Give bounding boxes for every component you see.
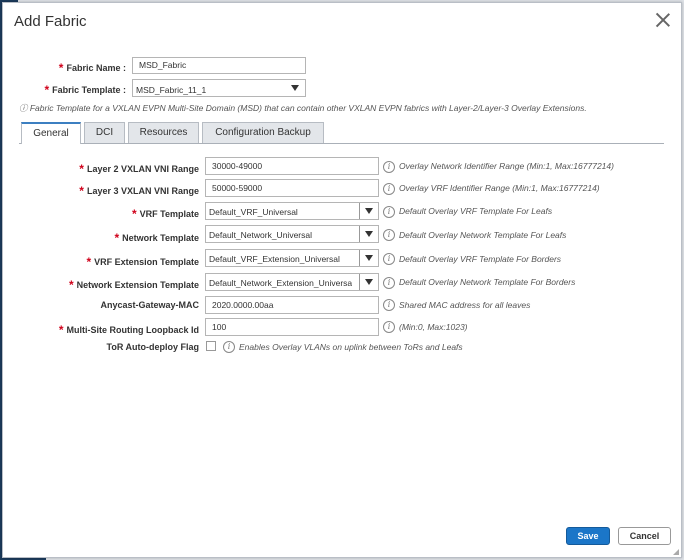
network-template-select[interactable]: Default_Network_Universal — [205, 225, 379, 243]
chevron-down-icon[interactable] — [359, 250, 378, 266]
required-marker: * — [79, 184, 84, 198]
required-marker: * — [44, 83, 50, 97]
loopback-id-help: (Min:0, Max:1023) — [399, 322, 468, 332]
info-icon[interactable]: i — [383, 161, 395, 173]
vrf-template-value: Default_VRF_Universal — [209, 207, 298, 217]
vrf-extension-template-help: Default Overlay VRF Template For Borders — [399, 254, 562, 264]
info-icon[interactable]: i — [383, 299, 395, 311]
l2-vni-range-input[interactable]: 30000-49000 — [205, 157, 379, 175]
tab-divider — [19, 143, 664, 144]
save-button[interactable]: Save — [566, 527, 610, 545]
required-marker: * — [131, 207, 137, 221]
loopback-id-input[interactable]: 100 — [205, 318, 379, 336]
close-icon[interactable] — [655, 12, 671, 28]
tor-auto-deploy-help: Enables Overlay VLANs on uplink between … — [239, 342, 463, 352]
add-fabric-dialog: Add Fabric * Fabric Name : MSD_Fabric * Fa… — [2, 2, 682, 558]
info-icon[interactable]: i — [383, 206, 395, 218]
vrf-extension-template-select[interactable]: Default_VRF_Extension_Universal — [205, 249, 379, 267]
tab-dci[interactable]: DCI — [84, 122, 125, 143]
l3-vni-help: Overlay VRF Identifier Range (Min:1, Max… — [399, 183, 600, 193]
tab-resources[interactable]: Resources — [128, 122, 199, 143]
chevron-down-icon[interactable] — [287, 80, 305, 96]
resize-grip-icon[interactable] — [671, 547, 679, 555]
required-marker: * — [86, 255, 92, 269]
fabric-name-label-text: Fabric Name : — [66, 63, 126, 73]
fabric-template-label: * Fabric Template : — [44, 82, 126, 97]
anycast-gateway-mac-label: Anycast-Gateway-MAC — [100, 300, 199, 310]
required-marker: * — [68, 278, 74, 292]
l2-vni-help: Overlay Network Identifier Range (Min:1,… — [399, 161, 614, 171]
network-template-help: Default Overlay Network Template For Lea… — [399, 230, 567, 240]
network-extension-template-value: Default_Network_Extension_Universal — [209, 278, 352, 288]
anycast-gateway-mac-help: Shared MAC address for all leaves — [399, 300, 531, 310]
vrf-extension-template-label-text: VRF Extension Template — [94, 257, 199, 267]
vrf-template-select[interactable]: Default_VRF_Universal — [205, 202, 379, 220]
vrf-template-label-text: VRF Template — [139, 209, 199, 219]
tab-configuration-backup[interactable]: Configuration Backup — [202, 122, 324, 143]
fabric-template-label-text: Fabric Template : — [52, 85, 126, 95]
l3-vni-label: * Layer 3 VXLAN VNI Range — [79, 183, 199, 198]
loopback-id-label-text: Multi-Site Routing Loopback Id — [66, 325, 200, 335]
l2-vni-label-text: Layer 2 VXLAN VNI Range — [86, 164, 199, 174]
chevron-down-icon[interactable] — [359, 274, 378, 290]
info-icon[interactable]: i — [383, 321, 395, 333]
tor-auto-deploy-label: ToR Auto-deploy Flag — [106, 342, 200, 352]
tab-general[interactable]: General — [21, 122, 81, 144]
vrf-template-label: * VRF Template — [131, 206, 199, 221]
vrf-extension-template-label: * VRF Extension Template — [86, 254, 199, 269]
vrf-extension-template-value: Default_VRF_Extension_Universal — [209, 254, 340, 264]
info-icon[interactable]: i — [383, 183, 395, 195]
required-marker: * — [79, 162, 84, 176]
cancel-button[interactable]: Cancel — [618, 527, 671, 545]
network-template-label: * Network Template — [114, 230, 199, 245]
chevron-down-icon[interactable] — [359, 203, 378, 219]
anycast-gateway-mac-input[interactable]: 2020.0000.00aa — [205, 296, 379, 314]
l3-vni-range-input[interactable]: 50000-59000 — [205, 179, 379, 197]
info-icon[interactable]: i — [223, 341, 235, 353]
fabric-name-label: * Fabric Name : — [58, 60, 126, 75]
fabric-template-note: ⓘ Fabric Template for a VXLAN EVPN Multi… — [19, 103, 587, 113]
required-marker: * — [114, 231, 120, 245]
info-icon[interactable]: i — [383, 277, 395, 289]
network-extension-template-help: Default Overlay Network Template For Bor… — [399, 277, 576, 287]
info-icon[interactable]: i — [383, 253, 395, 265]
l2-vni-label: * Layer 2 VXLAN VNI Range — [79, 161, 199, 176]
network-template-label-text: Network Template — [122, 233, 199, 243]
vrf-template-help: Default Overlay VRF Template For Leafs — [399, 206, 553, 216]
dialog-title: Add Fabric — [14, 13, 87, 30]
network-extension-template-label: * Network Extension Template — [68, 277, 199, 292]
fabric-template-select[interactable]: MSD_Fabric_11_1 — [132, 79, 306, 97]
chevron-down-icon[interactable] — [359, 226, 378, 242]
fabric-name-input[interactable]: MSD_Fabric — [132, 57, 306, 74]
l3-vni-label-text: Layer 3 VXLAN VNI Range — [86, 186, 199, 196]
tor-auto-deploy-checkbox[interactable] — [206, 341, 216, 351]
info-icon[interactable]: i — [383, 229, 395, 241]
network-extension-template-select[interactable]: Default_Network_Extension_Universal — [205, 273, 379, 291]
required-marker: * — [58, 323, 64, 337]
network-extension-template-label-text: Network Extension Template — [76, 280, 199, 290]
loopback-id-label: * Multi-Site Routing Loopback Id — [58, 322, 200, 337]
network-template-value: Default_Network_Universal — [209, 230, 312, 240]
required-marker: * — [58, 61, 64, 75]
fabric-template-value: MSD_Fabric_11_1 — [136, 85, 207, 95]
